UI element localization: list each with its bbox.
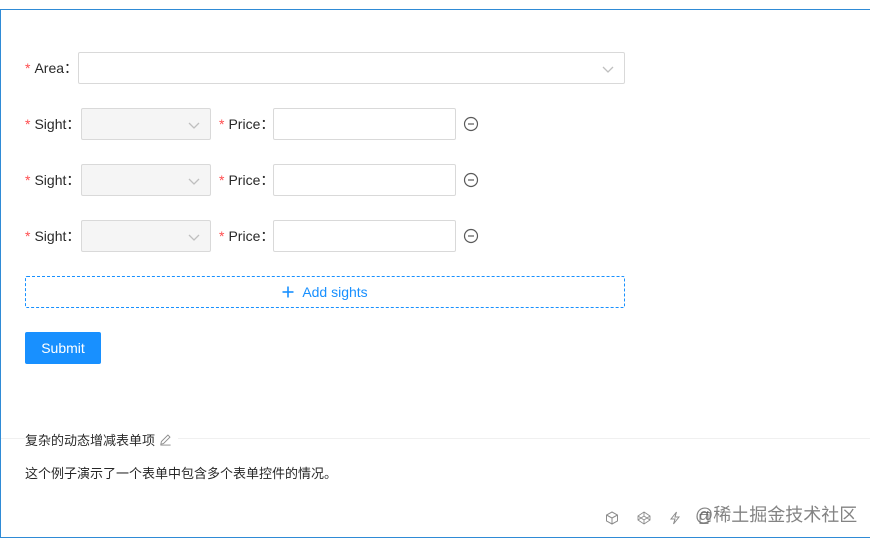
sight-select[interactable]: [81, 220, 211, 252]
minus-circle-icon[interactable]: [463, 116, 479, 132]
add-sights-button[interactable]: Add sights: [25, 276, 625, 308]
chevron-down-icon: [188, 234, 200, 241]
plus-icon: [282, 286, 294, 298]
description-text: 这个例子演示了一个表单中包含多个表单控件的情况。: [25, 466, 338, 481]
thunder-icon[interactable]: [668, 511, 682, 525]
price-label: * Price：: [219, 228, 275, 244]
edit-icon[interactable]: [159, 433, 172, 446]
area-label: * Area：: [25, 60, 79, 76]
chevron-down-icon: [188, 122, 200, 129]
minus-circle-icon[interactable]: [463, 172, 479, 188]
watermark: @稀土掘金技术社区: [695, 505, 858, 525]
description-title: 复杂的动态增减表单项: [25, 431, 179, 448]
codesandbox-icon[interactable]: [605, 511, 619, 525]
sight-select[interactable]: [81, 108, 211, 140]
minus-circle-icon[interactable]: [463, 228, 479, 244]
submit-button[interactable]: Submit: [25, 332, 101, 364]
price-input[interactable]: [273, 164, 456, 196]
chevron-down-icon: [188, 178, 200, 185]
sight-label: * Sight：: [25, 228, 81, 244]
sight-label: * Sight：: [25, 116, 81, 132]
price-label: * Price：: [219, 172, 275, 188]
area-select[interactable]: [78, 52, 625, 84]
price-input[interactable]: [273, 220, 456, 252]
chevron-down-icon: [602, 66, 614, 73]
sight-label: * Sight：: [25, 172, 81, 188]
price-input[interactable]: [273, 108, 456, 140]
demo-frame: [0, 9, 870, 538]
codepen-icon[interactable]: [637, 511, 651, 525]
price-label: * Price：: [219, 116, 275, 132]
sight-select[interactable]: [81, 164, 211, 196]
